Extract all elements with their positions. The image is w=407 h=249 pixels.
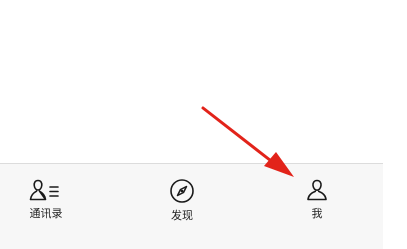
person-icon	[304, 178, 330, 202]
app-screen: 通讯录 发现 我	[0, 0, 407, 249]
compass-icon	[169, 178, 195, 204]
contacts-icon	[29, 178, 63, 202]
tab-me[interactable]: 我	[287, 178, 347, 238]
bottom-tab-bar: 通讯录 发现 我	[0, 163, 383, 249]
tab-discover[interactable]: 发现	[152, 178, 212, 238]
right-edge-strip	[383, 163, 407, 249]
tab-me-label: 我	[311, 207, 323, 220]
tab-contacts-label: 通讯录	[29, 207, 63, 220]
tab-contacts[interactable]: 通讯录	[16, 178, 76, 238]
content-area	[0, 0, 407, 163]
tab-discover-label: 发现	[171, 209, 193, 222]
